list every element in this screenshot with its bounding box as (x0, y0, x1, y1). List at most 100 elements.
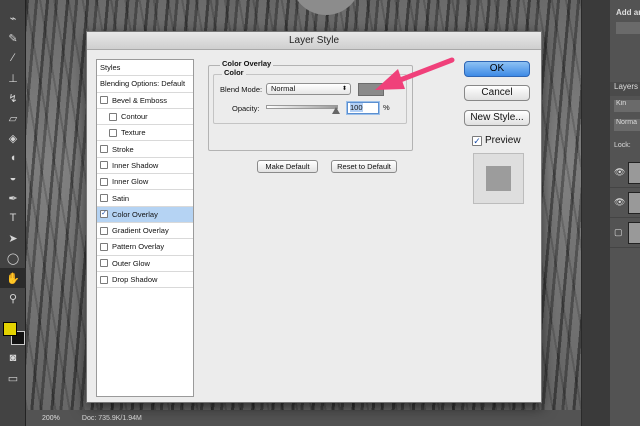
ellipse-icon[interactable]: ◯ (0, 248, 26, 268)
history-brush-icon[interactable]: ↯ (0, 88, 26, 108)
brush-icon[interactable]: ∕ (0, 48, 26, 68)
style-item-label: Color Overlay (112, 209, 158, 219)
zoom-level[interactable]: 200% (42, 415, 60, 422)
style-checkbox[interactable] (100, 242, 108, 251)
layer-thumbnail (628, 192, 640, 214)
style-item-color-overlay[interactable]: ✓ Color Overlay (97, 206, 193, 223)
styles-header[interactable]: Styles (97, 60, 193, 77)
style-checkbox[interactable] (100, 226, 108, 235)
pen-icon[interactable]: ✒ (0, 188, 26, 208)
style-item-label: Stroke (112, 144, 134, 154)
preview-swatch (486, 166, 511, 191)
style-checkbox[interactable] (100, 177, 108, 186)
color-subgroup-title: Color (222, 68, 246, 77)
color-swatches[interactable] (3, 322, 25, 346)
style-item-stroke[interactable]: Stroke (97, 141, 193, 158)
layer-row[interactable]: ▢ (610, 218, 640, 248)
status-bar: 200% Doc: 735.9K/1.94M (26, 410, 581, 426)
style-item-label: Drop Shadow (112, 275, 158, 284)
adjustments-heading: Add an (616, 8, 640, 17)
style-item-label: Inner Glow (112, 177, 149, 187)
zoom-icon[interactable]: ⚲ (0, 288, 26, 308)
new-style-button[interactable]: New Style... (464, 110, 530, 126)
updown-arrow-icon: ⬍ (341, 86, 347, 92)
clone-stamp-icon[interactable]: ⊥ (0, 68, 26, 88)
path-select-icon[interactable]: ➤ (0, 228, 26, 248)
style-item-pattern-overlay[interactable]: Pattern Overlay (97, 239, 193, 256)
layer-filter-kind[interactable]: Kin (614, 100, 640, 112)
style-item-inner-shadow[interactable]: Inner Shadow (97, 158, 193, 175)
dialog-title: Layer Style (87, 32, 541, 50)
style-checkbox[interactable] (100, 194, 108, 203)
dodge-icon[interactable]: ◒ (0, 168, 26, 188)
reset-to-default-button[interactable]: Reset to Default (331, 160, 397, 173)
style-checkbox[interactable]: ✓ (100, 210, 108, 219)
opacity-input[interactable]: 100 (347, 102, 379, 114)
opacity-value: 100 (350, 103, 363, 112)
style-item-label: Outer Glow (112, 258, 150, 268)
style-checkbox[interactable] (100, 275, 108, 284)
eraser-icon[interactable]: ▱ (0, 108, 26, 128)
type-icon[interactable]: T (0, 208, 26, 228)
style-checkbox[interactable] (100, 96, 108, 105)
style-checkbox[interactable] (100, 259, 108, 268)
ok-button[interactable]: OK (464, 61, 530, 77)
eyedropper-icon[interactable]: ⌁ (0, 8, 26, 28)
layer-thumbnail (628, 222, 640, 244)
blend-mode-select[interactable]: Normal ⬍ (266, 83, 351, 95)
eye-icon[interactable]: 👁 (614, 167, 625, 178)
paint-bucket-icon[interactable]: ◈ (0, 128, 26, 148)
eye-icon[interactable]: 👁 (614, 197, 625, 208)
style-item-drop-shadow[interactable]: Drop Shadow (97, 272, 193, 289)
foreground-color-swatch[interactable] (3, 322, 17, 336)
style-item-inner-glow[interactable]: Inner Glow (97, 174, 193, 191)
hand-icon[interactable]: ✋ (0, 268, 26, 288)
healing-icon[interactable]: ✎ (0, 28, 26, 48)
opacity-unit: % (383, 103, 390, 112)
style-item-gradient-overlay[interactable]: Gradient Overlay (97, 223, 193, 240)
tab-layers[interactable]: Layers (610, 82, 640, 96)
blending-options-item[interactable]: Blending Options: Default (97, 76, 193, 93)
layer-row[interactable]: 👁 (610, 158, 640, 188)
image-heart-shape (291, 0, 361, 15)
preview-checkbox[interactable]: ✓ (472, 135, 482, 146)
layer-style-dialog: Layer Style Styles Blending Options: Def… (86, 31, 542, 403)
quick-mask-icon[interactable]: ◙ (0, 348, 26, 368)
blur-icon[interactable]: ◖ (0, 148, 26, 168)
preview-toggle[interactable]: ✓ Preview (472, 135, 521, 146)
make-default-button[interactable]: Make Default (257, 160, 318, 173)
style-item-label: Inner Shadow (112, 160, 159, 170)
document-size: Doc: 735.9K/1.94M (81, 414, 142, 422)
style-item-satin[interactable]: Satin (97, 190, 193, 207)
style-checkbox[interactable] (109, 112, 117, 121)
layer-row[interactable]: 👁 (610, 188, 640, 218)
blend-mode-value: Normal (271, 84, 296, 93)
style-item-contour[interactable]: Contour (97, 109, 193, 126)
opacity-slider-track[interactable] (266, 105, 338, 109)
style-item-label: Satin (112, 193, 130, 203)
style-item-label: Bevel & Emboss (112, 95, 168, 105)
style-item-bevel-emboss[interactable]: Bevel & Emboss (97, 93, 193, 109)
style-item-label: Contour (121, 112, 148, 122)
screen-mode-icon[interactable]: ▭ (0, 368, 26, 388)
layer-blend-mode[interactable]: Norma (614, 119, 640, 131)
style-checkbox[interactable] (100, 145, 108, 154)
style-item-label: Gradient Overlay (112, 226, 169, 236)
style-preview (473, 153, 524, 204)
color-overlay-title: Color Overlay (220, 59, 274, 68)
style-item-texture[interactable]: Texture (97, 125, 193, 142)
overlay-color-swatch[interactable] (358, 83, 384, 96)
style-item-label: Pattern Overlay (112, 242, 165, 252)
visibility-box-icon[interactable]: ▢ (614, 227, 623, 238)
lock-label: Lock: (614, 142, 631, 149)
opacity-slider-thumb[interactable] (332, 107, 340, 114)
style-checkbox[interactable] (100, 161, 108, 170)
opacity-label: Opacity: (232, 104, 260, 113)
layer-thumbnail (628, 162, 640, 184)
color-overlay-group: Color Overlay Color Blend Mode: Normal ⬍… (208, 59, 413, 152)
right-panels: Add an Layers Kin Norma Lock: 👁 👁 ▢ (581, 0, 640, 426)
style-checkbox[interactable] (109, 128, 117, 137)
cancel-button[interactable]: Cancel (464, 85, 530, 101)
style-item-outer-glow[interactable]: Outer Glow (97, 256, 193, 272)
styles-list: Styles Blending Options: Default Bevel &… (96, 59, 194, 397)
